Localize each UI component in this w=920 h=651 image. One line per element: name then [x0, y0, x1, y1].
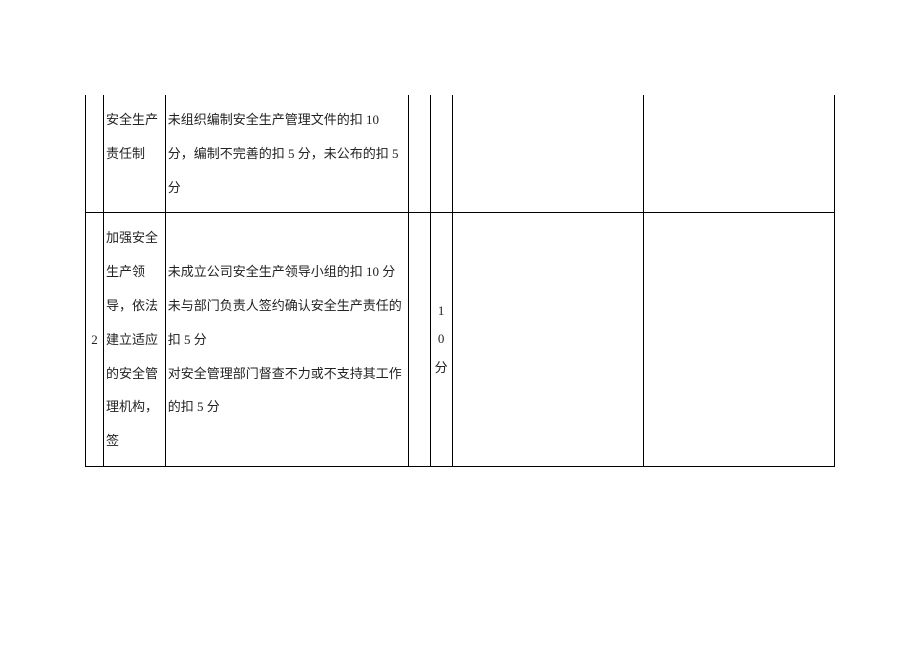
assessment-table: 安全生产责任制 未组织编制安全生产管理文件的扣 10 分，编制不完善的扣 5 分…	[85, 95, 835, 467]
cell-score	[430, 95, 452, 213]
cell-index	[86, 95, 104, 213]
cell-remark2	[643, 213, 834, 467]
cell-criteria: 未成立公司安全生产领导小组的扣 10 分 未与部门负责人签约确认安全生产责任的扣…	[165, 213, 408, 467]
assessment-table-wrapper: 安全生产责任制 未组织编制安全生产管理文件的扣 10 分，编制不完善的扣 5 分…	[85, 95, 835, 467]
cell-criteria: 未组织编制安全生产管理文件的扣 10 分，编制不完善的扣 5 分，未公布的扣 5…	[165, 95, 408, 213]
cell-category: 安全生产责任制	[103, 95, 165, 213]
cell-category: 加强安全生产领导，依法建立适应的安全管理机构，签	[103, 213, 165, 467]
cell-blank	[408, 95, 430, 213]
table-row: 2 加强安全生产领导，依法建立适应的安全管理机构，签 未成立公司安全生产领导小组…	[86, 213, 835, 467]
table-row: 安全生产责任制 未组织编制安全生产管理文件的扣 10 分，编制不完善的扣 5 分…	[86, 95, 835, 213]
cell-index: 2	[86, 213, 104, 467]
cell-blank	[408, 213, 430, 467]
cell-remark1	[452, 95, 643, 213]
cell-remark1	[452, 213, 643, 467]
cell-score: 1 0 分	[430, 213, 452, 467]
cell-remark2	[643, 95, 834, 213]
